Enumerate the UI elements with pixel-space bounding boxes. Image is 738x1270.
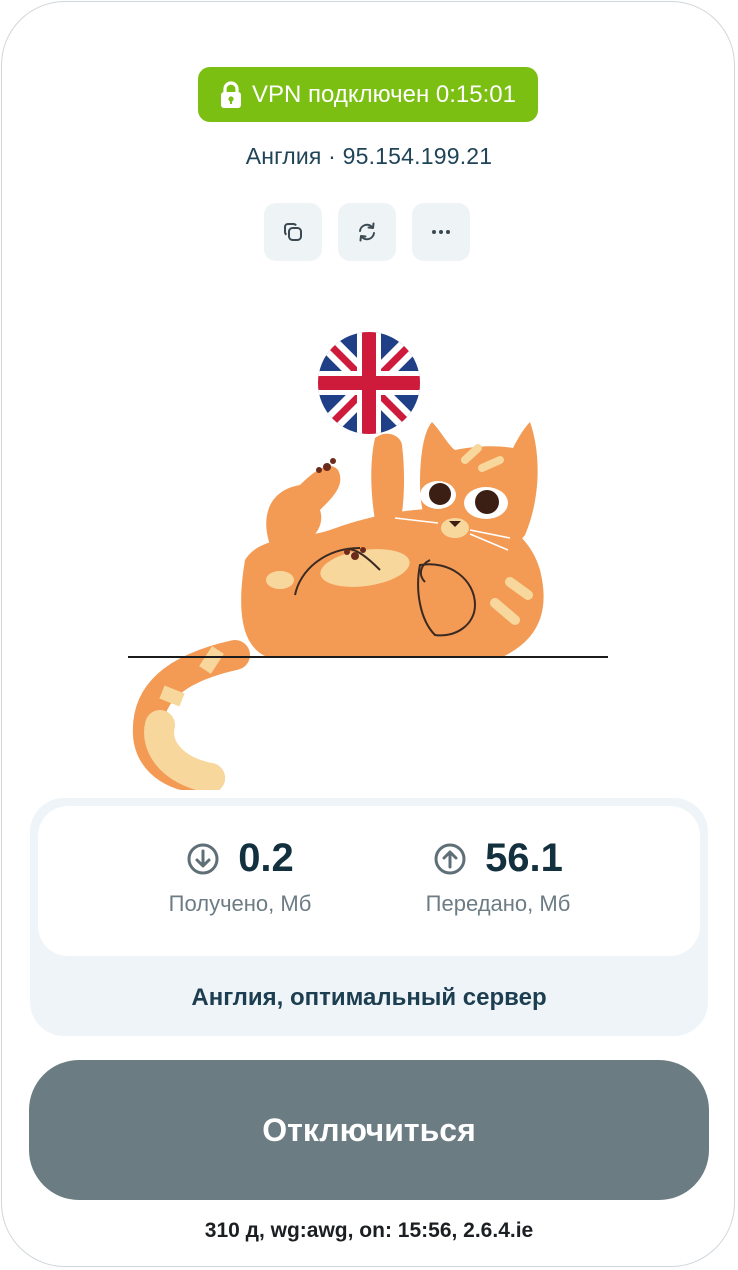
sent-label: Передано, Мб (425, 891, 571, 916)
location-ip: Англия · 95.154.199.21 (245, 143, 493, 169)
download-icon (187, 843, 219, 874)
received-label: Получено, Мб (168, 891, 312, 916)
uk-flag-icon (318, 332, 420, 434)
server-selector[interactable]: Англия, оптимальный сервер (0, 984, 738, 1012)
disconnect-button[interactable]: Отключиться (29, 1060, 709, 1200)
cat-illustration (128, 422, 608, 794)
copy-icon (283, 222, 302, 241)
refresh-button[interactable] (338, 203, 396, 261)
sent-stat: 56.1 Передано, Мб (348, 836, 648, 917)
lock-icon (220, 80, 242, 109)
connection-status-text: VPN подключен 0:15:01 (252, 80, 516, 108)
refresh-icon (359, 222, 375, 242)
received-value: 0.2 (238, 836, 294, 880)
more-icon (432, 230, 450, 234)
mascot-illustration (120, 320, 620, 794)
more-button[interactable] (412, 203, 470, 261)
connection-info-footer: 310 д, wg:awg, on: 15:56, 2.6.4.ie (204, 1219, 534, 1242)
copy-button[interactable] (264, 203, 322, 261)
connection-status-badge: VPN подключен 0:15:01 (198, 67, 538, 122)
received-stat: 0.2 Получено, Мб (90, 836, 390, 917)
action-toolbar (264, 203, 470, 261)
upload-icon (434, 843, 466, 874)
sent-value: 56.1 (485, 836, 563, 880)
